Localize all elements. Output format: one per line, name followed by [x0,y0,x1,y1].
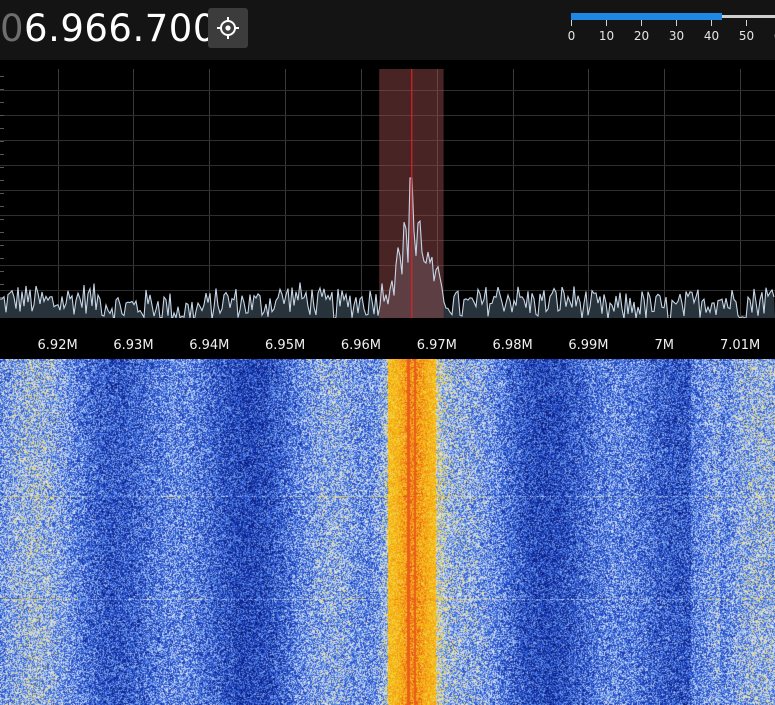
center-tuning-button[interactable] [208,8,248,48]
snr-tick [641,20,642,26]
snr-tick [571,20,572,26]
frequency-label: 7M [655,338,675,353]
snr-tick-label: 40 [703,29,720,43]
waterfall-display[interactable] [0,359,775,705]
frequency-label: 6.93M [113,338,153,353]
frequency-value: 6.966.700 [24,7,217,50]
frequency-leading-digit: 0 [0,7,25,50]
frequency-label: 6.99M [568,338,608,353]
snr-tick-label: 10 [598,29,615,43]
snr-tick-label: 30 [668,29,685,43]
spectrum-plot[interactable]: 6.92M 6.93M 6.94M 6.95M 6.96M 6.97M 6.98M 6.99M… [0,60,775,359]
snr-meter-fill [571,13,722,20]
snr-tick-label: 0 [567,29,576,43]
frequency-display[interactable]: 06.966.700 [0,6,217,52]
frequency-label: 6.92M [38,338,78,353]
top-bar: 06.966.700 0102030405060 [0,0,775,60]
snr-tick-label: 50 [738,29,755,43]
snr-tick [676,20,677,26]
snr-tick [746,20,747,26]
frequency-label: 6.98M [493,338,533,353]
crosshair-icon [217,17,239,39]
frequency-label: 6.94M [189,338,229,353]
snr-tick [606,20,607,26]
frequency-label: 6.96M [341,338,381,353]
snr-tick [711,20,712,26]
snr-tick-label: 20 [633,29,650,43]
snr-meter: 0102030405060 [565,10,775,50]
frequency-label: 7.01M [720,338,760,353]
frequency-label: 6.95M [265,338,305,353]
frequency-label: 6.97M [417,338,457,353]
